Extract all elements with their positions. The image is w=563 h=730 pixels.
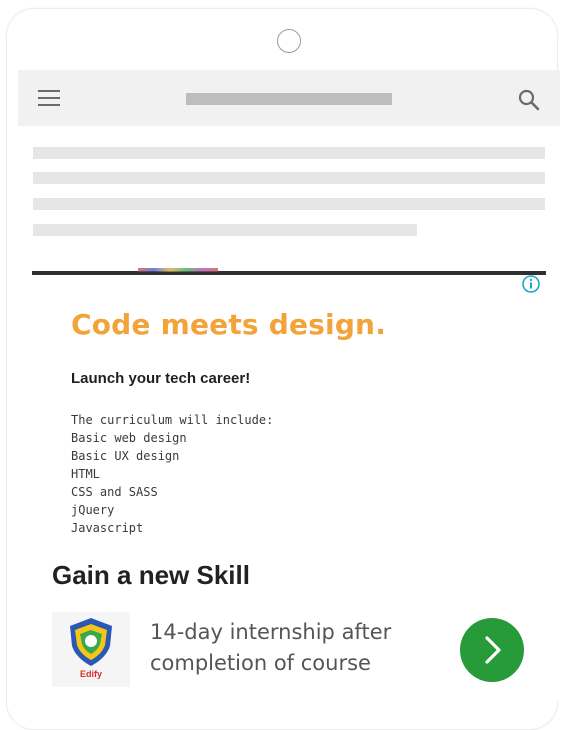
curriculum-item: CSS and SASS	[71, 485, 158, 499]
content-placeholder-line	[33, 198, 545, 210]
content-placeholder-line	[33, 172, 545, 184]
hamburger-menu-icon[interactable]	[38, 90, 60, 106]
logo-caption: Edify	[79, 669, 102, 679]
ad-top-border	[32, 271, 546, 275]
device-camera	[277, 29, 301, 53]
app-screen: Code meets design. Launch your tech care…	[18, 70, 560, 701]
chevron-right-icon	[485, 636, 501, 664]
app-bar	[18, 70, 560, 126]
ad-headline[interactable]: Code meets design.	[71, 308, 386, 341]
curriculum-item: Basic web design	[71, 431, 187, 445]
promo-title[interactable]: Gain a new Skill	[52, 560, 250, 591]
curriculum-item: Basic UX design	[71, 449, 180, 463]
curriculum-intro: The curriculum will include:	[71, 413, 274, 427]
content-placeholder-line	[33, 147, 545, 159]
content-placeholder-line	[33, 224, 417, 236]
next-button[interactable]	[460, 618, 524, 682]
info-icon[interactable]	[521, 274, 541, 294]
curriculum-item: HTML	[71, 467, 100, 481]
edify-logo[interactable]: Edify	[52, 612, 130, 687]
shield-logo-icon	[70, 618, 112, 666]
promo-description[interactable]: 14-day internship after completion of co…	[150, 617, 410, 679]
curriculum-item: jQuery	[71, 503, 115, 517]
ad-subheadline[interactable]: Launch your tech career!	[71, 370, 250, 387]
curriculum-item: Javascript	[71, 521, 144, 535]
curriculum-list: The curriculum will include: Basic web d…	[71, 411, 273, 537]
title-placeholder	[186, 93, 392, 105]
ad-image-strip	[138, 268, 218, 272]
search-icon[interactable]	[516, 87, 542, 113]
